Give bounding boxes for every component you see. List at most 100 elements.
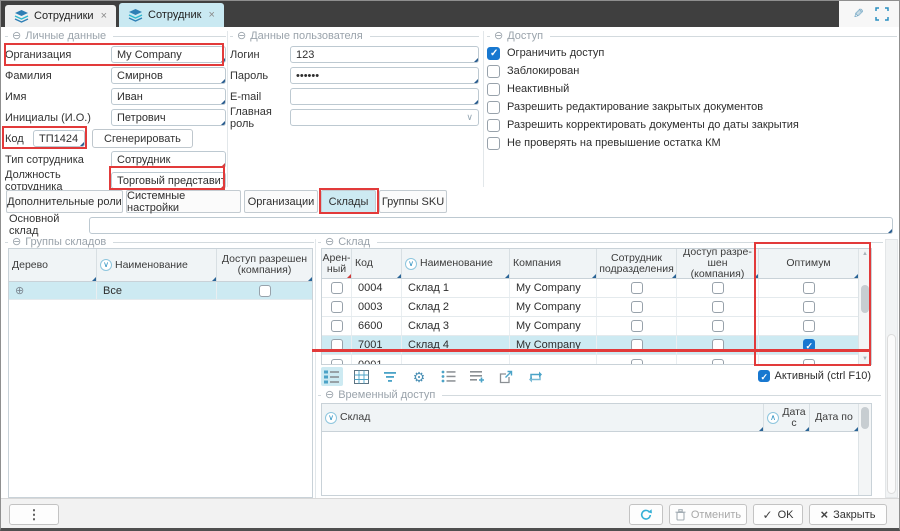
column-name[interactable]: ∨ Наименование [97,249,217,281]
dept-checkbox[interactable] [631,359,643,366]
table-row[interactable]: 0003 Склад 2 My Company [322,298,858,317]
login-input[interactable]: 123 [290,46,479,63]
dept-checkbox[interactable] [631,339,643,351]
main-scrollbar[interactable] [885,239,898,498]
rented-checkbox[interactable] [331,301,343,313]
column-date-from[interactable]: ∧ Дата с [764,404,810,431]
scroll-up-icon[interactable]: ▲ [859,251,871,257]
table-scrollbar[interactable]: ▲ ▼ [858,249,871,364]
table-row-selected[interactable]: 7001 Склад 4 My Company [322,336,858,355]
initials-input[interactable]: Петрович [111,109,226,126]
column-warehouse[interactable]: ∨ Склад [322,404,764,431]
dept-checkbox[interactable] [631,320,643,332]
main-role-select[interactable]: ∨ [290,109,479,126]
position-input[interactable]: Торговый представител [111,172,226,189]
detail-list-button[interactable] [437,367,459,386]
export-button[interactable] [495,367,517,386]
column-name[interactable]: ∨ Наименование [402,249,510,278]
table-scrollbar[interactable] [858,404,871,495]
column-rented[interactable]: Арен­ный [322,249,352,278]
grid-view-button[interactable] [350,367,372,386]
tab-employee-active[interactable]: Сотрудник × [119,3,224,27]
allowed-checkbox[interactable] [259,285,271,297]
column-company[interactable]: Компания [510,249,597,278]
dept-checkbox[interactable] [631,301,643,313]
rented-checkbox[interactable] [331,320,343,332]
table-row-clipped[interactable]: 0001 [322,355,858,365]
column-access-allowed[interactable]: Доступ разре­шен (компания) [677,249,759,278]
ok-button[interactable]: ✓ OK [753,504,803,525]
scrollbar-thumb[interactable] [861,285,869,313]
sort-up-icon[interactable]: ∧ [767,412,779,424]
optimum-checkbox[interactable] [803,320,815,332]
surname-input[interactable]: Смирнов [111,67,226,84]
table-row[interactable]: 6600 Склад 3 My Company [322,317,858,336]
tab-additional-roles[interactable]: Дополнительные роли [6,190,123,213]
collapse-icon[interactable]: ⊖ [494,31,503,42]
allowed-checkbox[interactable] [712,320,724,332]
main-warehouse-input[interactable] [89,217,893,234]
allowed-checkbox[interactable] [712,339,724,351]
cancel-button[interactable]: Отменить [669,504,747,525]
name-input[interactable]: Иван [111,88,226,105]
optimum-checkbox[interactable] [803,301,815,313]
scrollbar-thumb[interactable] [887,334,896,494]
add-row-button[interactable] [466,367,488,386]
allowed-checkbox[interactable] [712,282,724,294]
rented-checkbox[interactable] [331,282,343,294]
tab-system-settings[interactable]: Системные настройки [126,190,241,213]
close-button[interactable]: × Закрыть [809,504,887,525]
close-icon[interactable]: × [208,9,214,21]
column-access-allowed[interactable]: Доступ разре­шен (компания) [217,249,312,281]
email-input[interactable] [290,88,479,105]
collapse-icon[interactable]: ⊖ [325,237,334,248]
collapse-icon[interactable]: ⊖ [325,390,334,401]
settings-button[interactable]: ⚙ [408,367,430,386]
generate-button[interactable]: Сгенерировать [92,129,193,148]
sort-down-icon[interactable]: ∨ [100,259,112,271]
refresh-data-button[interactable] [524,367,546,386]
org-input[interactable]: My Company [111,46,226,63]
expand-node-icon[interactable]: ⊕ [15,284,24,297]
allowed-checkbox[interactable] [712,359,724,366]
rented-checkbox[interactable] [331,339,343,351]
column-department[interactable]: Сотрудник подразделения [597,249,677,278]
column-date-to[interactable]: Дата по [810,404,858,431]
close-icon[interactable]: × [101,10,107,22]
tab-employees[interactable]: Сотрудники × [5,5,116,27]
code-input[interactable]: ТП1424 [33,130,85,147]
edit-pencil-icon[interactable]: ✎ [853,6,864,22]
refresh-button[interactable] [629,504,663,525]
employee-type-input[interactable]: Сотрудник [111,151,226,168]
column-code[interactable]: Код [352,249,402,278]
optimum-checkbox[interactable] [803,339,815,351]
km-balance-checkbox[interactable] [487,137,500,150]
scroll-down-icon[interactable]: ▼ [859,356,871,362]
list-view-button[interactable] [321,367,343,386]
filter-button[interactable] [379,367,401,386]
optimum-checkbox[interactable] [803,282,815,294]
tab-sku-groups[interactable]: Группы SKU [379,190,447,213]
scrollbar-thumb[interactable] [861,407,869,429]
table-row[interactable]: 0004 Склад 1 My Company [322,279,858,298]
dept-checkbox[interactable] [631,282,643,294]
active-checkbox[interactable] [758,370,770,382]
collapse-icon[interactable]: ⊖ [12,237,21,248]
collapse-icon[interactable]: ⊖ [12,31,21,42]
restrict-access-checkbox[interactable] [487,47,500,60]
tab-organizations[interactable]: Организации [244,190,318,213]
table-row[interactable]: ⊕ Все [9,282,312,300]
correct-docs-checkbox[interactable] [487,119,500,132]
optimum-checkbox[interactable] [803,359,815,366]
column-optimum[interactable]: Оптимум [759,249,858,278]
rented-checkbox[interactable] [331,359,343,366]
password-input[interactable]: •••••• [290,67,479,84]
more-actions-button[interactable]: ⋮ [9,504,59,525]
allowed-checkbox[interactable] [712,301,724,313]
inactive-checkbox[interactable] [487,83,500,96]
sort-down-icon[interactable]: ∨ [325,412,337,424]
tab-warehouses[interactable]: Склады [321,190,376,213]
sort-down-icon[interactable]: ∨ [405,258,417,270]
edit-closed-docs-checkbox[interactable] [487,101,500,114]
blocked-checkbox[interactable] [487,65,500,78]
